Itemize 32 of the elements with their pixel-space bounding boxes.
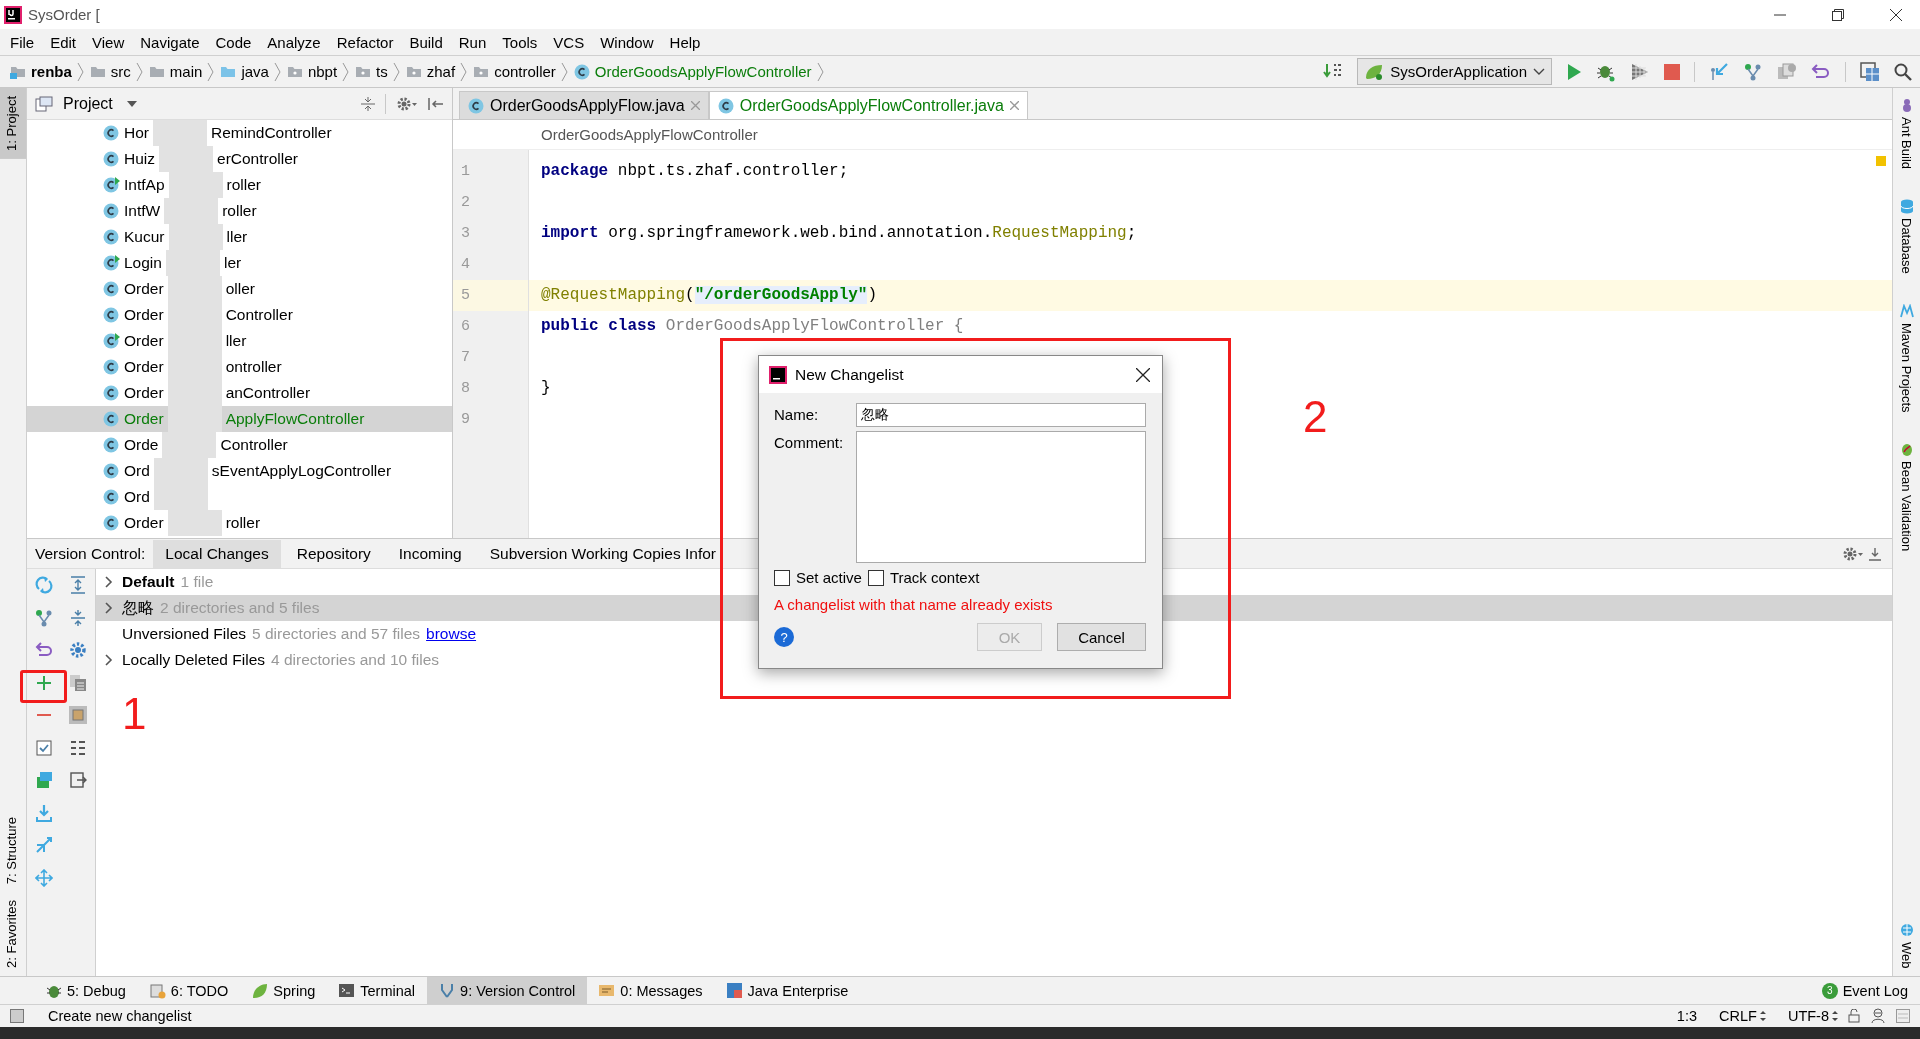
field-label: Name: [774, 405, 820, 425]
line-number: 7 [460, 348, 471, 368]
changelist-detail: 4 directories and 10 files [271, 651, 440, 669]
code-line: public class OrderGoodsApplyFlowController { [541, 317, 964, 335]
changelist-name: Default [122, 573, 175, 591]
line-number: 6 [460, 317, 471, 337]
line-number: 5 [453, 280, 528, 311]
dialog-title: New Changelist [795, 365, 904, 384]
annotation-number: 1 [122, 692, 147, 736]
code-line: @RequestMapping("/orderGoodsApply") [541, 286, 878, 304]
field-label: Comment: [774, 433, 845, 453]
line-number: 4 [460, 255, 471, 275]
annotation-number: 2 [1303, 395, 1328, 439]
changelist-detail: 1 file [180, 573, 214, 591]
code-line: package nbpt.ts.zhaf.controller; [541, 162, 849, 180]
code-line: import org.springframework.web.bind.annotation.RequestMapping; [541, 224, 1137, 242]
changelist-detail: 2 directories and 5 files [160, 599, 320, 617]
status-message: Create new changelist [48, 1008, 192, 1024]
changelist-name: Locally Deleted Files [122, 651, 265, 669]
window-title: SysOrder [ [28, 6, 100, 23]
panel-label: Version Control: [35, 544, 146, 563]
code-line: } [541, 379, 551, 397]
line-number: 1 [460, 162, 471, 182]
line-number: 8 [460, 379, 471, 399]
changelist-name: Unversioned Files [122, 625, 247, 643]
error-message: A changelist with that name already exists [774, 596, 1054, 613]
changelist-name: 忽略 [122, 597, 154, 618]
line-number: 9 [460, 410, 471, 430]
notification-badge: 3 [1821, 982, 1838, 999]
line-number: 2 [460, 193, 471, 213]
line-number: 3 [460, 224, 471, 244]
changelist-detail: 5 directories and 57 files [252, 625, 421, 643]
